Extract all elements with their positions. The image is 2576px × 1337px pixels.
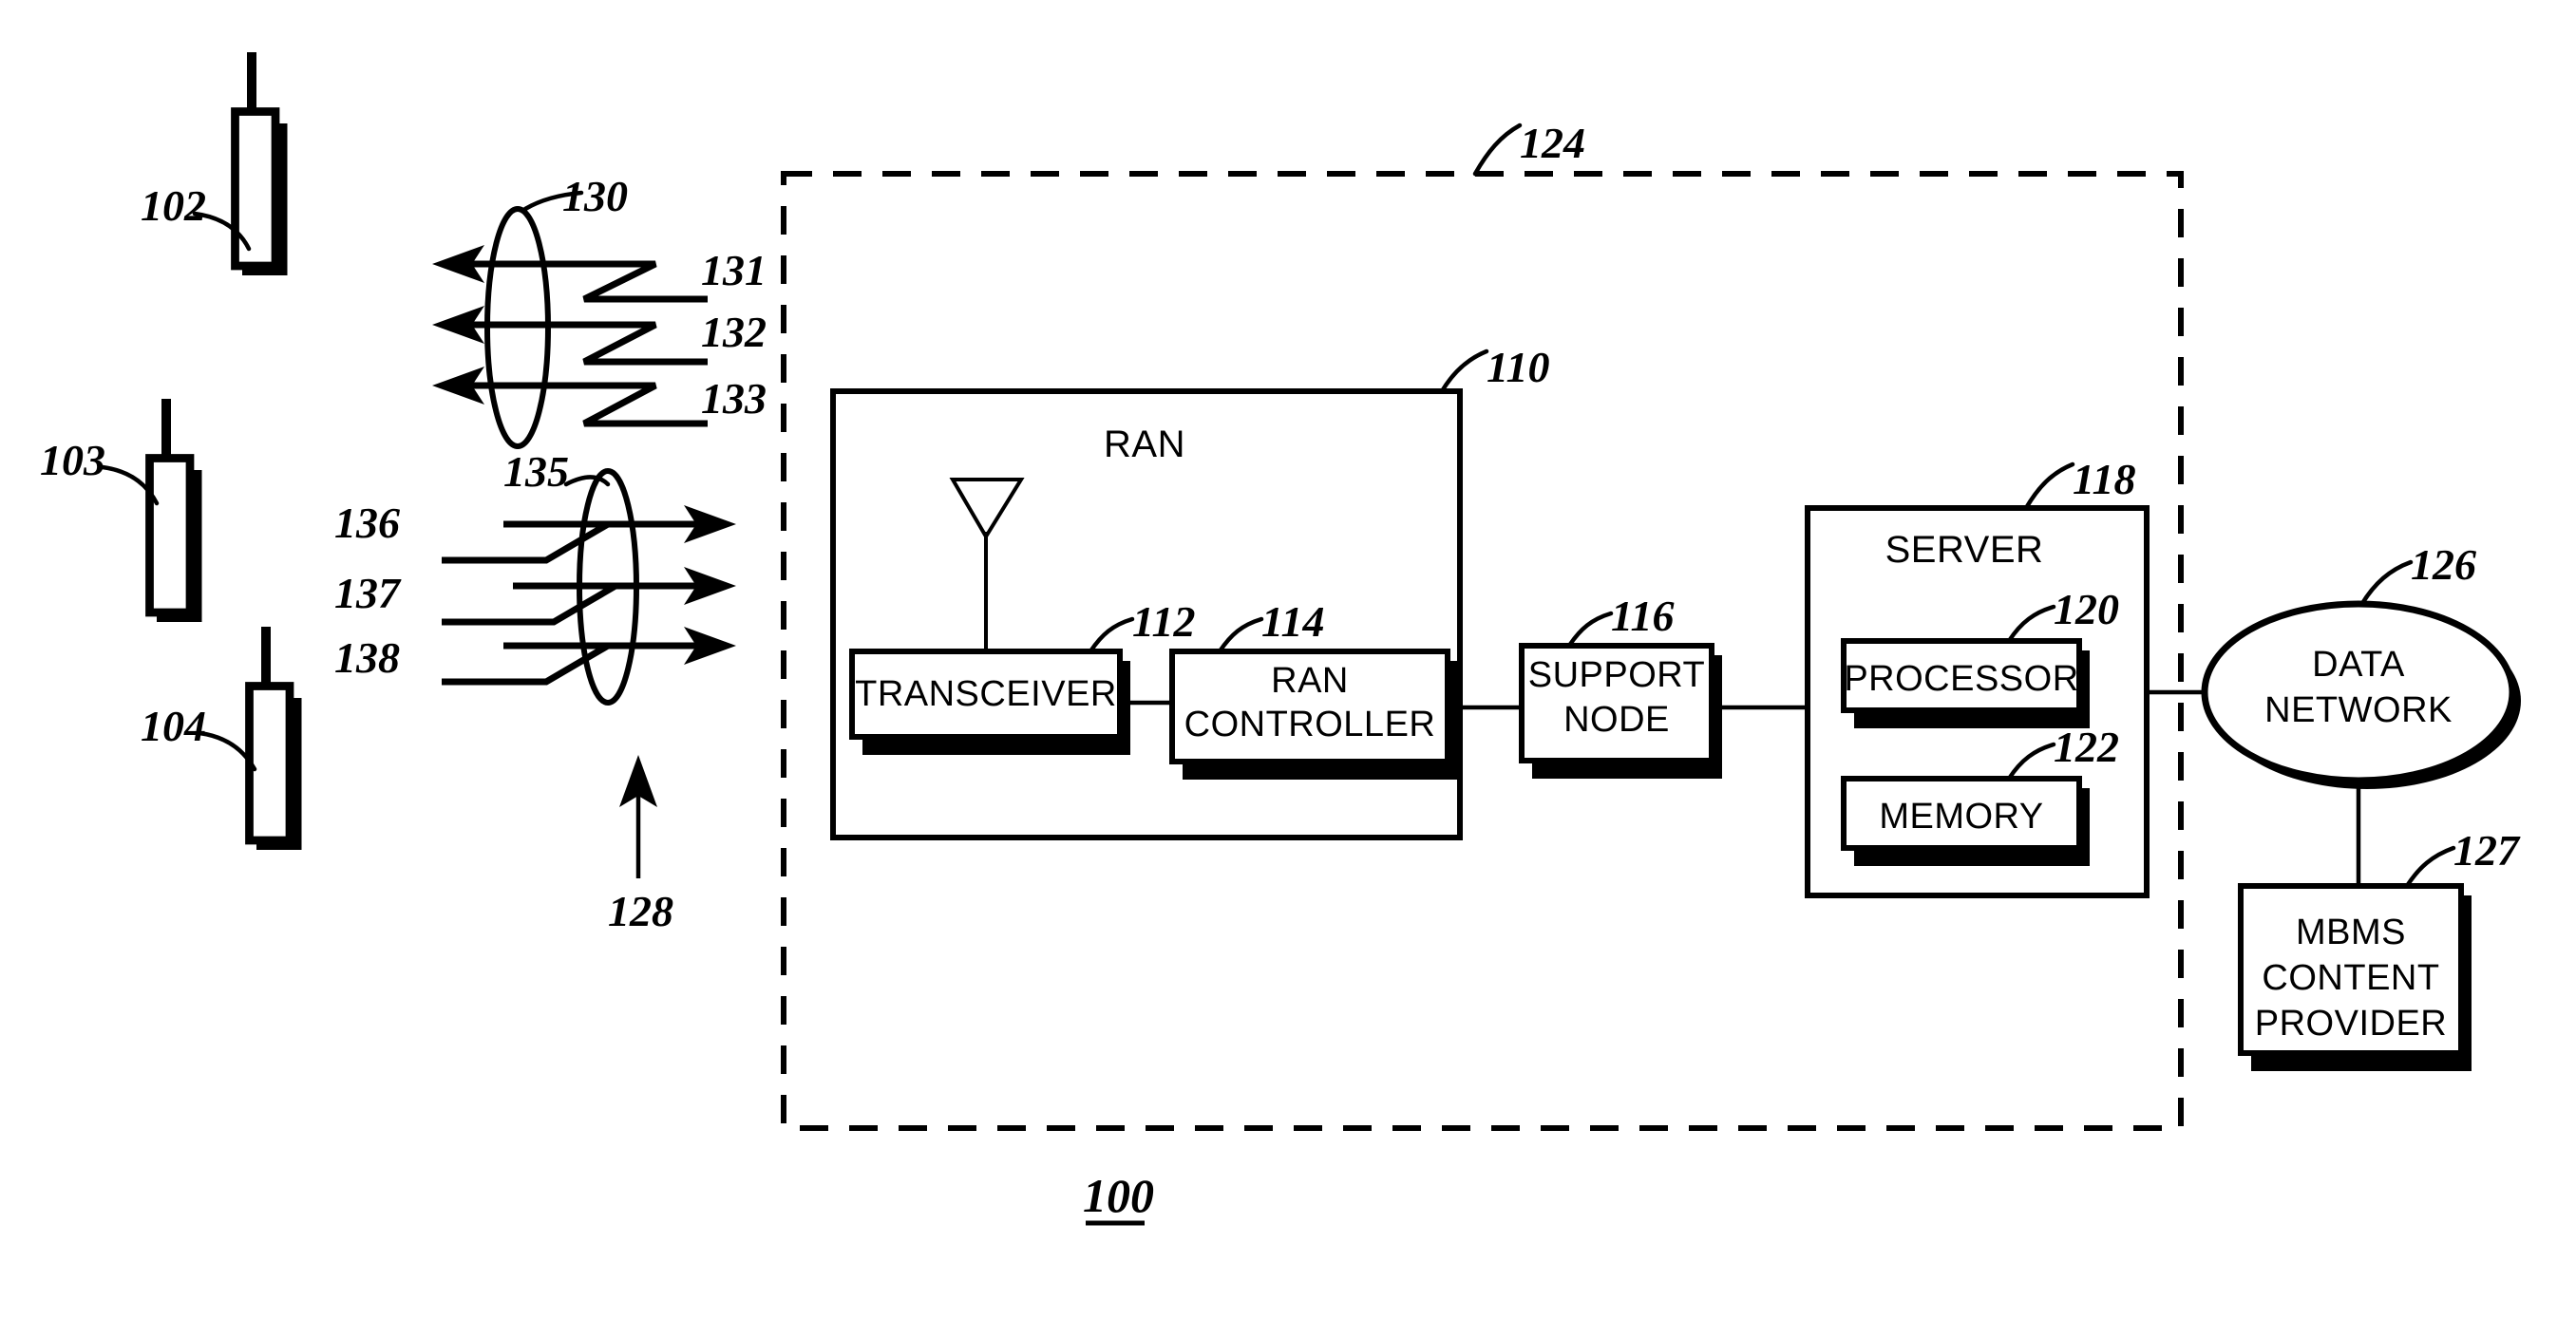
ref-138: 138	[334, 633, 400, 682]
processor-label: PROCESSOR	[1844, 659, 2078, 699]
ref-103: 103	[40, 436, 105, 484]
support-node-label-line1: SUPPORT	[1528, 655, 1706, 695]
ref-126: 126	[2411, 540, 2476, 589]
ran-box-110: RAN TRANSCEIVER RAN CONTROLLER	[830, 348, 1489, 840]
uplink-channel-136	[442, 505, 736, 564]
ref-104: 104	[141, 702, 206, 750]
ref-124: 124	[1520, 119, 1585, 167]
data-network-label-line2: NETWORK	[2264, 690, 2453, 730]
ref-110: 110	[1487, 343, 1549, 391]
ref-114: 114	[1261, 597, 1324, 646]
ref-116: 116	[1611, 592, 1674, 640]
downlink-channel-132	[432, 306, 708, 366]
memory-label: MEMORY	[1879, 797, 2043, 837]
ref-100: 100	[1083, 1169, 1154, 1222]
mobile-station-103	[100, 399, 202, 622]
provider-label-line1: MBMS	[2296, 913, 2406, 952]
downlink-channel-133	[432, 367, 708, 427]
ran-controller-label-line2: CONTROLLER	[1184, 705, 1436, 744]
ref-132: 132	[701, 308, 767, 356]
support-node-label-line2: NODE	[1563, 700, 1670, 740]
ref-118: 118	[2073, 455, 2135, 503]
downlink-channel-131	[432, 245, 708, 303]
ref-112: 112	[1132, 597, 1195, 646]
ref-135: 135	[503, 447, 569, 496]
downlink-signal-group-130	[432, 190, 708, 449]
ran-controller-label-line1: RAN	[1271, 661, 1349, 701]
provider-label-line3: PROVIDER	[2255, 1004, 2447, 1044]
uplink-channel-137	[442, 567, 736, 626]
server-box-118: SERVER PROCESSOR MEMORY	[1805, 461, 2150, 898]
ref-127: 127	[2453, 826, 2521, 875]
provider-label-line2: CONTENT	[2262, 958, 2439, 998]
transceiver-label: TRANSCEIVER	[855, 674, 1117, 714]
patent-figure: RAN TRANSCEIVER RAN CONTROLLER SUPPORT N…	[0, 0, 2576, 1337]
uplink-signal-group-135	[442, 468, 736, 706]
mobile-station-104	[197, 627, 302, 850]
ref-122: 122	[2054, 723, 2119, 771]
ref-131: 131	[701, 246, 767, 294]
ref-136: 136	[334, 499, 400, 547]
air-interface-arrow-128	[619, 755, 657, 878]
ref-102: 102	[141, 181, 206, 230]
ref-137: 137	[334, 569, 402, 617]
data-network-label-line1: DATA	[2312, 645, 2405, 685]
ref-128: 128	[608, 887, 673, 935]
server-title: SERVER	[1885, 529, 2044, 571]
ran-title: RAN	[1104, 424, 1185, 465]
ref-130: 130	[562, 172, 628, 220]
mbms-content-provider-127: MBMS CONTENT PROVIDER	[2238, 845, 2472, 1071]
ref-133: 133	[701, 374, 767, 423]
mobile-station-102	[192, 52, 288, 275]
ref-120: 120	[2054, 585, 2119, 633]
